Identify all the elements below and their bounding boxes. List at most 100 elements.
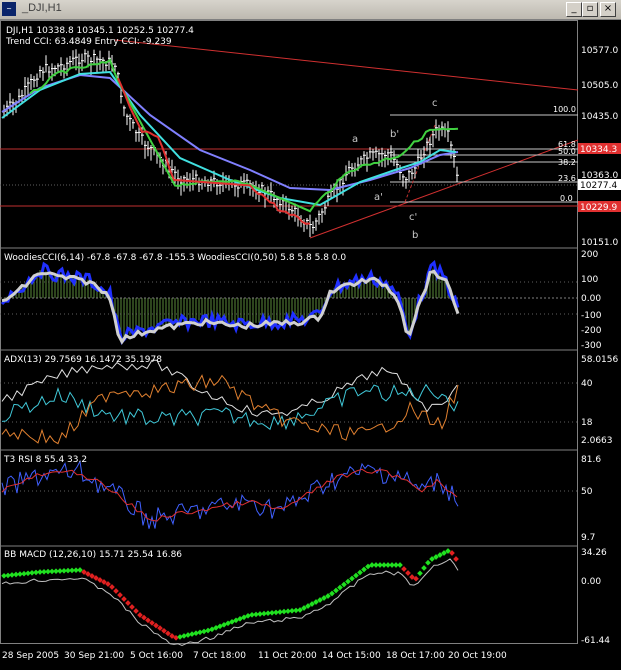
restore-icon: ▫ <box>586 3 594 14</box>
price-tag: 10277.4 <box>580 181 617 191</box>
chart-area[interactable]: 100.0 61.8 50.0 38.2 23.6 0.0 a b' c a' … <box>0 20 621 666</box>
rsi-header: T3 RSI 8 55.4 33.2 <box>3 455 87 465</box>
adx-header: ADX(13) 29.7569 16.1472 35.1978 <box>4 355 162 365</box>
macd-band-line[interactable] <box>1 558 459 647</box>
macd-dot <box>357 569 363 576</box>
macd-dot <box>421 565 427 571</box>
macd-dot <box>117 592 123 598</box>
rsi-pane[interactable]: T3 RSI 8 55.4 33.2 81.6 50 9.7 <box>0 455 601 543</box>
macd-dot <box>197 629 203 636</box>
window-titlebar[interactable]: ~ _DJI,H1 _ ▫ × <box>0 0 621 20</box>
macd-tick: 34.26 <box>581 548 607 558</box>
cci-tick: -100 <box>581 311 602 321</box>
woodies-cci-pane[interactable]: WoodiesCCI(6,14) -67.8 -67.8 -67.8 -155.… <box>0 250 602 351</box>
fib-label: 0.0 <box>560 194 573 203</box>
price-tick: 10151.0 <box>581 238 618 248</box>
cci-tick: 0.00 <box>581 294 601 304</box>
macd-dot <box>189 631 195 637</box>
time-tick: 5 Oct 16:00 <box>130 651 183 661</box>
minus-di-line[interactable] <box>1 374 459 445</box>
wave-label: a' <box>374 192 383 203</box>
restore-button[interactable]: ▫ <box>582 2 598 17</box>
window-title: _DJI,H1 <box>22 2 62 14</box>
price-tick: 10505.0 <box>581 81 618 91</box>
wave-label: c <box>432 98 438 109</box>
macd-dot <box>349 575 355 582</box>
time-tick: 28 Sep 2005 <box>2 651 59 661</box>
macd-dots[interactable] <box>1 548 459 641</box>
macd-dot <box>133 608 139 614</box>
cci-tick: -300 <box>581 341 602 351</box>
fib-label: 23.6 <box>558 174 576 183</box>
woodies-header: WoodiesCCI(6,14) -67.8 -67.8 -67.8 -155.… <box>4 253 346 263</box>
rsi-tick: 9.7 <box>581 533 595 543</box>
trendline-upper[interactable] <box>114 39 579 91</box>
macd-dot <box>201 628 207 635</box>
wave-label: b <box>412 230 418 241</box>
wave-label: b' <box>390 129 399 140</box>
trend-line-red[interactable] <box>117 77 311 225</box>
macd-dot <box>109 584 115 590</box>
time-tick: 30 Sep 21:00 <box>64 651 124 661</box>
macd-tick: 0.00 <box>581 577 601 587</box>
price-tick: 10577.0 <box>581 46 618 56</box>
macd-dot <box>177 634 183 640</box>
macd-dot <box>397 562 403 568</box>
minimize-button[interactable]: _ <box>566 2 582 17</box>
time-tick: 14 Oct 15:00 <box>322 651 381 661</box>
fib-label: 38.2 <box>558 158 576 167</box>
macd-dot <box>337 584 343 591</box>
macd-dot <box>333 587 339 594</box>
fib-label: 100.0 <box>553 105 576 114</box>
price-tick: 10435.0 <box>581 112 618 122</box>
macd-dot <box>425 559 431 566</box>
chart-svg[interactable]: 100.0 61.8 50.0 38.2 23.6 0.0 a b' c a' … <box>0 20 621 666</box>
adx-pane[interactable]: ADX(13) 29.7569 16.1472 35.1978 58.0156 … <box>0 355 618 446</box>
cci-tick: 200 <box>581 250 598 260</box>
wave-label: a <box>352 134 358 145</box>
rsi-line[interactable] <box>1 459 459 529</box>
macd-dot <box>129 604 135 610</box>
adx-tick: 18 <box>581 418 593 428</box>
price-pane[interactable]: 100.0 61.8 50.0 38.2 23.6 0.0 a b' c a' … <box>0 26 621 248</box>
price-axis[interactable]: 10577.0 10505.0 10435.0 10363.0 10151.0 … <box>578 46 621 248</box>
cci-tick: 100 <box>581 275 598 285</box>
cci-fast-line[interactable] <box>0 260 460 345</box>
macd-tick: -61.44 <box>581 636 610 646</box>
price-tag: 10334.3 <box>580 145 617 155</box>
rsi-tick: 81.6 <box>581 455 601 465</box>
macd-dot <box>181 633 187 639</box>
price-tag: 10229.9 <box>580 203 617 213</box>
time-tick: 20 Oct 19:00 <box>448 651 507 661</box>
macd-dot <box>125 600 131 606</box>
macd-dot <box>193 630 199 637</box>
time-tick: 7 Oct 18:00 <box>193 651 246 661</box>
macd-dot <box>361 566 367 573</box>
cci-tick: -200 <box>581 326 602 336</box>
chart-window-icon: ~ <box>2 2 16 16</box>
macd-dot <box>341 581 347 588</box>
bb-macd-pane[interactable]: BB MACD (12,26,10) 15.71 25.54 16.86 34.… <box>1 548 610 647</box>
macd-dot <box>453 556 459 562</box>
macd-dot <box>405 570 411 576</box>
adx-tick: 2.0663 <box>581 436 613 446</box>
macd-dot <box>121 596 127 602</box>
macd-dot <box>401 566 407 572</box>
wave-label: c' <box>409 212 417 223</box>
time-tick: 11 Oct 20:00 <box>258 651 317 661</box>
rsi-tick: 50 <box>581 487 593 497</box>
macd-dot <box>185 632 191 638</box>
time-tick: 18 Oct 17:00 <box>386 651 445 661</box>
macd-dot <box>417 570 423 577</box>
macd-dot <box>345 578 351 585</box>
close-button[interactable]: × <box>600 2 616 17</box>
adx-tick: 58.0156 <box>581 355 618 365</box>
time-axis[interactable]: 28 Sep 2005 30 Sep 21:00 5 Oct 16:00 7 O… <box>2 651 507 661</box>
macd-header: BB MACD (12,26,10) 15.71 25.54 16.86 <box>4 550 182 560</box>
macd-dot <box>113 588 119 594</box>
main-header: DJI,H1 10338.8 10345.1 10252.5 10277.4 <box>6 26 194 36</box>
fib-label: 50.0 <box>558 147 576 156</box>
close-icon: × <box>603 3 613 14</box>
adx-tick: 40 <box>581 379 593 389</box>
minimize-icon: _ <box>571 3 577 14</box>
